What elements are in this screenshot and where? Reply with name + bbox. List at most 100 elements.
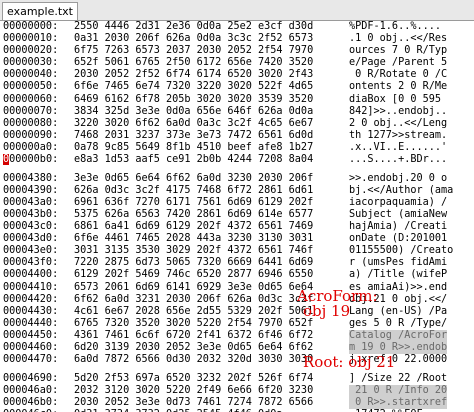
row-ascii-text[interactable]: ...S....+.BDr... xyxy=(349,154,447,166)
row-hex-bytes[interactable]: 6f6e 7465 6e74 7320 3220 3020 522f 4d65 xyxy=(74,81,313,93)
row-hex-bytes[interactable]: 0a78 9c85 5649 8f1b 4510 beef afe8 1b27 xyxy=(74,142,313,154)
hex-row: 00000030: 652f 5061 6765 2f50 6172 656e 7… xyxy=(0,57,474,69)
row-address: 00004460: xyxy=(3,342,59,354)
row-address: 00004410: xyxy=(3,281,59,293)
hex-row: 000043a0: 6961 636f 7270 6171 7561 6d69 6… xyxy=(0,197,474,209)
row-ascii-text[interactable]: 0 R>>.startxref xyxy=(349,397,448,410)
row-hex-bytes[interactable]: 0a31 2030 206f 626a 0d0a 3c3c 2f52 6573 xyxy=(74,33,313,45)
row-address: 00004420: xyxy=(3,293,59,305)
row-hex-bytes[interactable]: 6f75 7263 6573 2037 2030 2052 2f54 7970 xyxy=(74,45,313,57)
row-hex-bytes[interactable]: 6129 202f 5469 746c 6520 2877 6946 6550 xyxy=(74,269,313,281)
row-hex-bytes[interactable]: 6573 2061 6d69 6141 6929 3e3e 0d65 6e64 xyxy=(74,282,313,294)
row-address: 000043b0: xyxy=(3,209,59,220)
row-ascii-text[interactable]: hajAmia) /Creati xyxy=(349,221,447,233)
row-hex-bytes[interactable]: 3834 325d 3e3e 0d0a 656e 646f 626a 0d0a xyxy=(74,106,313,118)
row-ascii-text[interactable]: .1 0 obj..<</Res xyxy=(349,33,447,45)
hex-row: 000043d0: 6f6e 4461 7465 2028 443a 3230 3… xyxy=(0,233,474,245)
hex-row: 000000a0: 0a78 9c85 5649 8f1b 4510 beef a… xyxy=(0,142,474,154)
row-address: 00004380: xyxy=(3,172,59,184)
text-cursor: 0 xyxy=(3,154,10,166)
hex-row: 00004470: 6a0d 7872 6566 0d30 2032 320d 3… xyxy=(0,354,474,366)
hex-row: 00004690: 5d20 2f53 697a 6520 3232 202f 5… xyxy=(0,373,474,385)
row-hex-bytes[interactable]: 3e3e 0d65 6e64 6f62 6a0d 3230 2030 206f xyxy=(74,173,313,185)
row-address: 00000040: xyxy=(3,69,59,81)
row-ascii-text[interactable]: 2 0 obj..<</Leng xyxy=(349,118,447,130)
row-hex-bytes[interactable]: 6f6e 4461 7465 2028 443a 3230 3130 3031 xyxy=(74,233,313,245)
hex-row: 00000040: 2030 2052 2f52 6f74 6174 6520 3… xyxy=(0,69,474,81)
row-ascii-text[interactable]: .x..VI..E......' xyxy=(349,142,447,154)
row-ascii-text[interactable]: %PDF-1.6..%.... xyxy=(349,21,441,33)
row-hex-bytes[interactable]: 4361 7461 6c6f 6720 2f41 6372 6f46 6f72 xyxy=(74,330,313,342)
hex-row: 000043b0: 5375 626a 6563 7420 2861 6d69 6… xyxy=(0,209,474,221)
row-ascii-text[interactable]: th 1277>>stream. xyxy=(349,130,447,142)
row-hex-bytes[interactable]: 6a0d 7872 6566 0d30 2032 320d 3030 3030 xyxy=(74,354,313,366)
row-address: 00004470: xyxy=(3,354,59,366)
row-hex-bytes[interactable]: 6861 6a41 6d69 6129 202f 4372 6561 7469 xyxy=(74,221,313,233)
row-hex-bytes[interactable]: 2550 4446 2d31 2e36 0d0a 25e2 e3cf d30d xyxy=(74,21,313,33)
row-ascii-text[interactable]: a) /Title (wifeP xyxy=(349,269,447,281)
row-hex-bytes[interactable]: 4c61 6e67 2028 656e 2d55 5329 202f 5061 xyxy=(74,306,313,318)
row-ascii-text[interactable]: Catalog /AcroFor xyxy=(349,329,448,343)
row-ascii-text[interactable]: iacorpaquamia) / xyxy=(349,197,447,209)
row-ascii-text[interactable]: 842]>>..endobj.. xyxy=(349,106,447,118)
row-hex-bytes[interactable]: 5375 626a 6563 7420 2861 6d69 614e 6577 xyxy=(74,209,313,221)
hex-row: 000000b0: e8a3 1d53 aaf5 ce91 2b0b 4244 7… xyxy=(0,154,474,166)
row-hex-bytes[interactable]: 6765 7320 3520 3020 5220 2f54 7970 652f xyxy=(74,318,313,330)
row-hex-bytes[interactable]: 2030 2052 3e3e 0d73 7461 7274 7872 6566 xyxy=(74,397,313,409)
row-address: 00000080: xyxy=(3,117,59,129)
row-hex-bytes[interactable]: 7220 2875 6d73 5065 7320 6669 6441 6d69 xyxy=(74,257,313,269)
row-ascii-text[interactable]: >>.endobj.20 0 o xyxy=(349,173,447,185)
row-ascii-text[interactable]: ontents 2 0 R/Me xyxy=(349,81,447,93)
hex-row: 000046b0: 2030 2052 3e3e 0d73 7461 7274 7… xyxy=(0,397,474,410)
row-ascii-text[interactable]: 21 0 R /Info 20 xyxy=(349,384,448,397)
row-ascii-text[interactable]: ges 5 0 R /Type/ xyxy=(349,318,447,330)
row-hex-bytes[interactable]: 6469 6162 6f78 205b 3020 3020 3539 3520 xyxy=(74,94,313,106)
row-ascii-text[interactable]: Subject (amiaNew xyxy=(349,209,447,221)
hex-row: 000043f0: 7220 2875 6d73 5065 7320 6669 6… xyxy=(0,257,474,269)
row-address: 000046a0: xyxy=(3,384,59,396)
row-ascii-text[interactable]: e/Page /Parent 5 xyxy=(349,57,447,69)
tab-example-txt[interactable]: example.txt xyxy=(2,2,78,20)
hex-row: 000043e0: 3031 3135 3530 3029 202f 4372 6… xyxy=(0,245,474,257)
row-ascii-text[interactable]: ] /Size 22 /Root xyxy=(349,373,447,385)
hex-row: 00004410: 6573 2061 6d69 6141 6929 3e3e 0… xyxy=(0,282,474,294)
row-ascii-text[interactable]: diaBox [0 0 595 xyxy=(349,94,447,106)
row-hex-bytes[interactable]: 626a 0d3c 3c2f 4175 7468 6f72 2861 6d61 xyxy=(74,185,313,197)
row-hex-bytes[interactable]: 6f62 6a0d 3231 2030 206f 626a 0d3c 3c2f xyxy=(74,294,313,306)
row-address: 000000b0: xyxy=(3,154,59,166)
hex-editor-view[interactable]: 00000000: 2550 4446 2d31 2e36 0d0a 25e2 e… xyxy=(0,21,474,412)
row-ascii-text[interactable]: r (umsPes fidAmi xyxy=(349,257,447,269)
hex-row: 00000050: 6f6e 7465 6e74 7320 3220 3020 5… xyxy=(0,81,474,93)
hex-row: 00004390: 626a 0d3c 3c2f 4175 7468 6f72 2… xyxy=(0,185,474,197)
row-gap xyxy=(0,166,474,173)
row-hex-bytes[interactable]: 7468 2031 3237 373e 3e73 7472 6561 6d0d xyxy=(74,130,313,142)
row-address: 00004690: xyxy=(3,372,59,384)
row-address: 00000090: xyxy=(3,129,59,141)
row-hex-bytes[interactable]: 6d20 3139 2030 2052 3e3e 0d65 6e64 6f62 xyxy=(74,342,313,354)
row-address: 000043c0: xyxy=(3,221,59,233)
row-address: 00004450: xyxy=(3,329,59,341)
row-hex-bytes[interactable]: 3031 3135 3530 3029 202f 4372 6561 746f xyxy=(74,245,313,257)
row-address: 000046b0: xyxy=(3,397,59,408)
row-hex-bytes[interactable]: 652f 5061 6765 2f50 6172 656e 7420 3520 xyxy=(74,57,313,69)
row-hex-bytes[interactable]: 6961 636f 7270 6171 7561 6d69 6129 202f xyxy=(74,197,313,209)
row-ascii-text[interactable]: onDate (D:201001 xyxy=(349,233,447,245)
hex-row: 00004380: 3e3e 0d65 6e64 6f62 6a0d 3230 2… xyxy=(0,173,474,185)
row-ascii-text[interactable]: bj.<</Author (ama xyxy=(349,185,453,197)
row-gap xyxy=(0,366,474,373)
row-hex-bytes[interactable]: 2030 2052 2f52 6f74 6174 6520 3020 2f43 xyxy=(74,69,313,81)
annotation-obj19: obj 19 xyxy=(303,302,351,320)
row-address: 000043a0: xyxy=(3,196,59,208)
row-ascii-text[interactable]: ources 7 0 R/Typ xyxy=(349,45,447,57)
hex-row: 00004460: 6d20 3139 2030 2052 3e3e 0d65 6… xyxy=(0,342,474,355)
tab-bar: example.txt xyxy=(0,0,474,21)
row-ascii-text[interactable]: 01155500) /Creato xyxy=(349,245,453,257)
row-ascii-text[interactable]: Lang (en-US) /Pa xyxy=(349,306,447,318)
row-hex-bytes[interactable]: 3220 3020 6f62 6a0d 0a3c 3c2f 4c65 6e67 xyxy=(74,118,313,130)
row-address: 00000000: xyxy=(3,21,59,32)
row-ascii-text[interactable]: 0 R/Rotate 0 /C xyxy=(349,69,447,81)
row-hex-bytes[interactable]: 2032 3120 3020 5220 2f49 6e66 6f20 3230 xyxy=(74,385,313,397)
row-hex-bytes[interactable]: 5d20 2f53 697a 6520 3232 202f 526f 6f74 xyxy=(74,373,313,385)
row-address: 000000a0: xyxy=(3,141,59,153)
row-hex-bytes[interactable]: e8a3 1d53 aaf5 ce91 2b0b 4244 7208 8a04 xyxy=(74,154,313,166)
